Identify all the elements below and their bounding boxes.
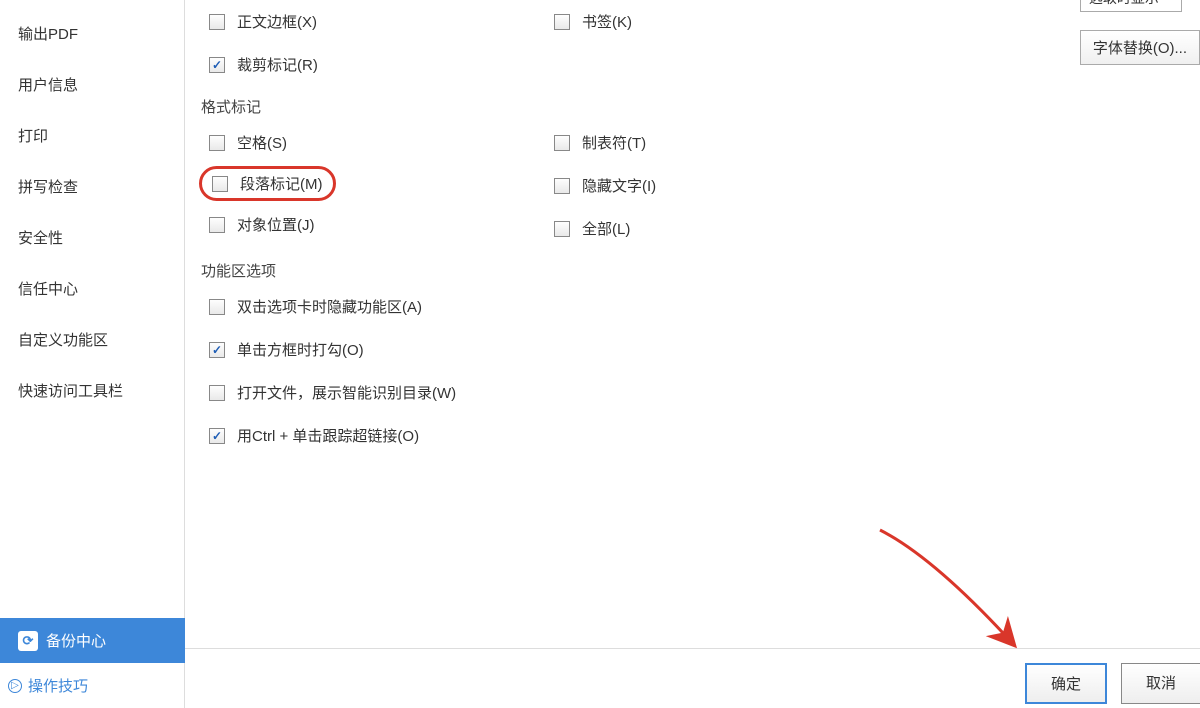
main-panel: 选取时显示 字体替换(O)... 正文边框(X) 裁剪标记(R) xyxy=(185,0,1200,708)
sidebar-item-quick-toolbar[interactable]: 快速访问工具栏 xyxy=(18,365,184,416)
checkbox-spaces[interactable]: 空格(S) xyxy=(201,121,546,164)
checkbox-ctrl-click-link[interactable]: 用Ctrl + 单击跟踪超链接(O) xyxy=(201,414,1184,457)
checkbox-label: 裁剪标记(R) xyxy=(237,54,318,75)
checkbox-icon[interactable] xyxy=(554,14,570,30)
checkbox-icon[interactable] xyxy=(209,135,225,151)
checkbox-icon[interactable] xyxy=(209,217,225,233)
tips-link[interactable]: ▷ 操作技巧 xyxy=(0,663,185,708)
backup-icon: ⟳ xyxy=(18,631,38,651)
sidebar-item-trust[interactable]: 信任中心 xyxy=(18,263,184,314)
checkbox-bookmark[interactable]: 书签(K) xyxy=(546,0,891,43)
play-icon: ▷ xyxy=(8,679,22,693)
checkbox-icon[interactable] xyxy=(209,428,225,444)
checkbox-object-position[interactable]: 对象位置(J) xyxy=(201,203,546,246)
checkbox-icon[interactable] xyxy=(554,221,570,237)
format-marks-title: 格式标记 xyxy=(201,92,1184,121)
cancel-button[interactable]: 取消 xyxy=(1121,663,1200,704)
sidebar-item-spellcheck[interactable]: 拼写检查 xyxy=(18,161,184,212)
checkbox-smart-toc[interactable]: 打开文件，展示智能识别目录(W) xyxy=(201,371,1184,414)
dialog-button-bar: 确定 取消 xyxy=(185,648,1200,704)
checkbox-label: 单击方框时打勾(O) xyxy=(237,339,364,360)
highlighted-paragraph-marks[interactable]: 段落标记(M) xyxy=(199,166,336,201)
checkbox-label: 全部(L) xyxy=(582,218,630,239)
display-dropdown[interactable]: 选取时显示 xyxy=(1080,0,1182,12)
checkbox-label: 制表符(T) xyxy=(582,132,646,153)
checkbox-label: 空格(S) xyxy=(237,132,287,153)
checkbox-tabs[interactable]: 制表符(T) xyxy=(546,121,891,164)
sidebar-item-user[interactable]: 用户信息 xyxy=(18,59,184,110)
checkbox-icon[interactable] xyxy=(554,178,570,194)
checkbox-icon[interactable] xyxy=(212,176,228,192)
checkbox-label: 用Ctrl + 单击跟踪超链接(O) xyxy=(237,425,419,446)
sidebar: 输出PDF 用户信息 打印 拼写检查 安全性 信任中心 自定义功能区 快速访问工… xyxy=(0,0,185,708)
checkbox-label: 双击选项卡时隐藏功能区(A) xyxy=(237,296,422,317)
checkbox-icon[interactable] xyxy=(209,14,225,30)
checkbox-icon[interactable] xyxy=(209,342,225,358)
checkbox-icon[interactable] xyxy=(209,299,225,315)
checkbox-label: 打开文件，展示智能识别目录(W) xyxy=(237,382,456,403)
ok-button[interactable]: 确定 xyxy=(1025,663,1107,704)
ribbon-options-title: 功能区选项 xyxy=(201,256,1184,285)
checkbox-label: 隐藏文字(I) xyxy=(582,175,656,196)
checkbox-click-check[interactable]: 单击方框时打勾(O) xyxy=(201,328,1184,371)
sidebar-item-pdf[interactable]: 输出PDF xyxy=(18,8,184,59)
sidebar-item-security[interactable]: 安全性 xyxy=(18,212,184,263)
checkbox-label: 书签(K) xyxy=(582,11,632,32)
backup-center-button[interactable]: ⟳ 备份中心 xyxy=(0,618,185,663)
checkbox-icon[interactable] xyxy=(209,385,225,401)
checkbox-label: 正文边框(X) xyxy=(237,11,317,32)
tips-label: 操作技巧 xyxy=(28,675,88,696)
checkbox-hidden-text[interactable]: 隐藏文字(I) xyxy=(546,164,891,207)
sidebar-item-print[interactable]: 打印 xyxy=(18,110,184,161)
sidebar-item-custom-ribbon[interactable]: 自定义功能区 xyxy=(18,314,184,365)
checkbox-label: 对象位置(J) xyxy=(237,214,315,235)
checkbox-crop-marks[interactable]: 裁剪标记(R) xyxy=(201,43,546,86)
checkbox-body-border[interactable]: 正文边框(X) xyxy=(201,0,546,43)
checkbox-icon[interactable] xyxy=(209,57,225,73)
checkbox-all[interactable]: 全部(L) xyxy=(546,207,891,250)
font-substitute-button[interactable]: 字体替换(O)... xyxy=(1080,30,1200,65)
checkbox-icon[interactable] xyxy=(554,135,570,151)
checkbox-doubleclick-hide[interactable]: 双击选项卡时隐藏功能区(A) xyxy=(201,285,1184,328)
backup-center-label: 备份中心 xyxy=(46,630,106,651)
checkbox-label: 段落标记(M) xyxy=(240,173,323,194)
